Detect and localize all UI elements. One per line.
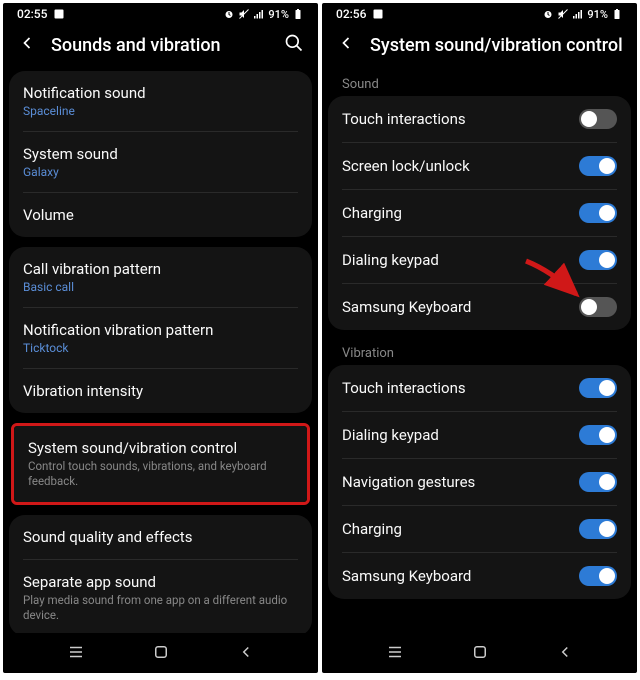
row-title: Dialing keypad — [342, 251, 579, 269]
row-title: Charging — [342, 520, 579, 538]
title-bar: System sound/vibration control — [322, 23, 637, 71]
row-title: Sound quality and effects — [23, 528, 298, 546]
settings-group: System sound/vibration control Control to… — [14, 426, 307, 502]
back-nav-button[interactable] — [556, 643, 574, 665]
settings-row[interactable]: Charging — [328, 506, 631, 552]
row-title: Vibration intensity — [23, 382, 298, 400]
gallery-icon — [53, 8, 65, 20]
toggle-switch[interactable] — [579, 156, 617, 176]
row-title: Samsung Keyboard — [342, 298, 579, 316]
row-title: Charging — [342, 204, 579, 222]
row-description: Play media sound from one app on a diffe… — [23, 593, 298, 623]
home-button[interactable] — [152, 643, 170, 665]
settings-row[interactable]: Screen lock/unlock — [328, 143, 631, 189]
battery-percent: 91% — [587, 8, 608, 21]
status-time: 02:56 — [336, 7, 366, 21]
settings-row[interactable]: Dialing keypad — [328, 237, 631, 283]
toggle-switch[interactable] — [579, 566, 617, 586]
settings-content[interactable]: Sound Touch interactions Screen lock/unloc… — [322, 71, 637, 633]
row-title: System sound — [23, 145, 298, 163]
settings-row[interactable]: Volume — [9, 193, 312, 237]
title-bar: Sounds and vibration — [3, 23, 318, 71]
settings-row[interactable]: Sound quality and effects — [9, 515, 312, 559]
settings-group: Notification sound Spaceline System sound G… — [9, 71, 312, 237]
row-title: Samsung Keyboard — [342, 567, 579, 585]
settings-row[interactable]: Navigation gestures — [328, 459, 631, 505]
recents-button[interactable] — [386, 643, 404, 665]
settings-group: Call vibration pattern Basic call Notifica… — [9, 247, 312, 413]
settings-group: Touch interactions Screen lock/unlock Char… — [328, 96, 631, 330]
row-title: Separate app sound — [23, 573, 298, 591]
phone-left-sounds-vibration: 02:55 91% Sounds and vibration Notificat… — [3, 3, 318, 673]
toggle-switch[interactable] — [579, 203, 617, 223]
settings-row[interactable]: Notification vibration pattern Ticktock — [9, 308, 312, 368]
alarm-icon — [223, 8, 235, 20]
toggle-switch[interactable] — [579, 519, 617, 539]
status-time: 02:55 — [17, 7, 47, 21]
row-title: Notification sound — [23, 84, 298, 102]
gallery-icon — [372, 8, 384, 20]
row-title: Touch interactions — [342, 379, 579, 397]
row-title: Notification vibration pattern — [23, 321, 298, 339]
settings-group: Sound quality and effects Separate app so… — [9, 515, 312, 633]
settings-row[interactable]: Touch interactions — [328, 365, 631, 411]
settings-row[interactable]: System sound Galaxy — [9, 132, 312, 192]
row-title: Touch interactions — [342, 110, 579, 128]
row-subtitle: Spaceline — [23, 104, 298, 118]
nav-bar — [322, 633, 637, 673]
mute-icon — [238, 8, 250, 20]
highlight-annotation: System sound/vibration control Control to… — [11, 423, 310, 505]
settings-group: Touch interactions Dialing keypad Navigati… — [328, 365, 631, 599]
row-subtitle: Ticktock — [23, 341, 298, 355]
settings-content[interactable]: Notification sound Spaceline System sound G… — [3, 71, 318, 633]
toggle-switch[interactable] — [579, 250, 617, 270]
row-subtitle: Basic call — [23, 280, 298, 294]
search-icon[interactable] — [284, 33, 304, 57]
settings-row[interactable]: Notification sound Spaceline — [9, 71, 312, 131]
row-subtitle: Galaxy — [23, 165, 298, 179]
battery-icon — [292, 8, 304, 20]
toggle-switch[interactable] — [579, 472, 617, 492]
settings-row[interactable]: Vibration intensity — [9, 369, 312, 413]
mute-icon — [557, 8, 569, 20]
row-title: System sound/vibration control — [28, 439, 293, 457]
home-button[interactable] — [471, 643, 489, 665]
status-bar: 02:55 91% — [3, 3, 318, 23]
page-title: Sounds and vibration — [51, 35, 270, 56]
nav-bar — [3, 633, 318, 673]
settings-row[interactable]: Samsung Keyboard — [328, 284, 631, 330]
row-title: Call vibration pattern — [23, 260, 298, 278]
back-nav-button[interactable] — [237, 643, 255, 665]
battery-icon — [611, 8, 623, 20]
toggle-switch[interactable] — [579, 109, 617, 129]
page-title: System sound/vibration control — [370, 35, 623, 56]
settings-row[interactable]: Dialing keypad — [328, 412, 631, 458]
settings-row[interactable]: Charging — [328, 190, 631, 236]
recents-button[interactable] — [67, 643, 85, 665]
signal-icon — [572, 8, 584, 20]
row-title: Screen lock/unlock — [342, 157, 579, 175]
settings-row[interactable]: Call vibration pattern Basic call — [9, 247, 312, 307]
back-icon[interactable] — [17, 33, 37, 57]
row-title: Navigation gestures — [342, 473, 579, 491]
alarm-icon — [542, 8, 554, 20]
signal-icon — [253, 8, 265, 20]
settings-row[interactable]: Separate app sound Play media sound from … — [9, 560, 312, 633]
settings-row[interactable]: Touch interactions — [328, 96, 631, 142]
section-header: Vibration — [328, 340, 631, 365]
toggle-switch[interactable] — [579, 378, 617, 398]
row-title: Volume — [23, 206, 298, 224]
back-icon[interactable] — [336, 33, 356, 57]
row-description: Control touch sounds, vibrations, and ke… — [28, 459, 293, 489]
toggle-switch[interactable] — [579, 297, 617, 317]
settings-row[interactable]: System sound/vibration control Control to… — [14, 426, 307, 502]
row-title: Dialing keypad — [342, 426, 579, 444]
section-header: Sound — [328, 71, 631, 96]
settings-row[interactable]: Samsung Keyboard — [328, 553, 631, 599]
status-bar: 02:56 91% — [322, 3, 637, 23]
battery-percent: 91% — [268, 8, 289, 21]
toggle-switch[interactable] — [579, 425, 617, 445]
phone-right-system-sound-control: 02:56 91% System sound/vibration control… — [322, 3, 637, 673]
